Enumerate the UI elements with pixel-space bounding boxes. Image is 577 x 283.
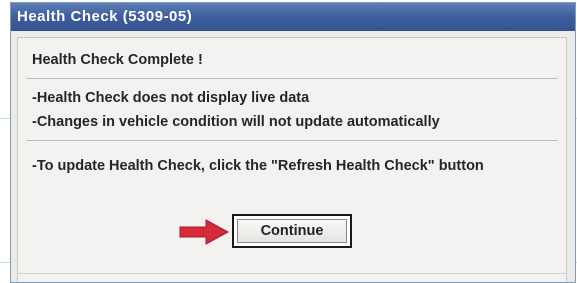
continue-button[interactable]: Continue — [232, 214, 352, 248]
arrow-right-icon — [179, 219, 230, 245]
health-check-dialog: Health Check (5309-05) Health Check Comp… — [10, 2, 576, 283]
divider — [26, 140, 558, 141]
dialog-content: Health Check Complete ! -Health Check do… — [17, 37, 567, 282]
dialog-titlebar[interactable]: Health Check (5309-05) — [11, 3, 575, 31]
divider — [26, 78, 558, 79]
continue-button-label: Continue — [237, 219, 347, 243]
info-line-refresh-instruction: -To update Health Check, click the "Refr… — [32, 158, 484, 174]
info-line-no-auto-update: -Changes in vehicle condition will not u… — [32, 114, 440, 130]
status-heading: Health Check Complete ! — [32, 52, 203, 68]
dialog-title: Health Check (5309-05) — [17, 8, 193, 25]
info-line-live-data: -Health Check does not display live data — [32, 90, 310, 106]
footer-divider — [18, 273, 566, 274]
